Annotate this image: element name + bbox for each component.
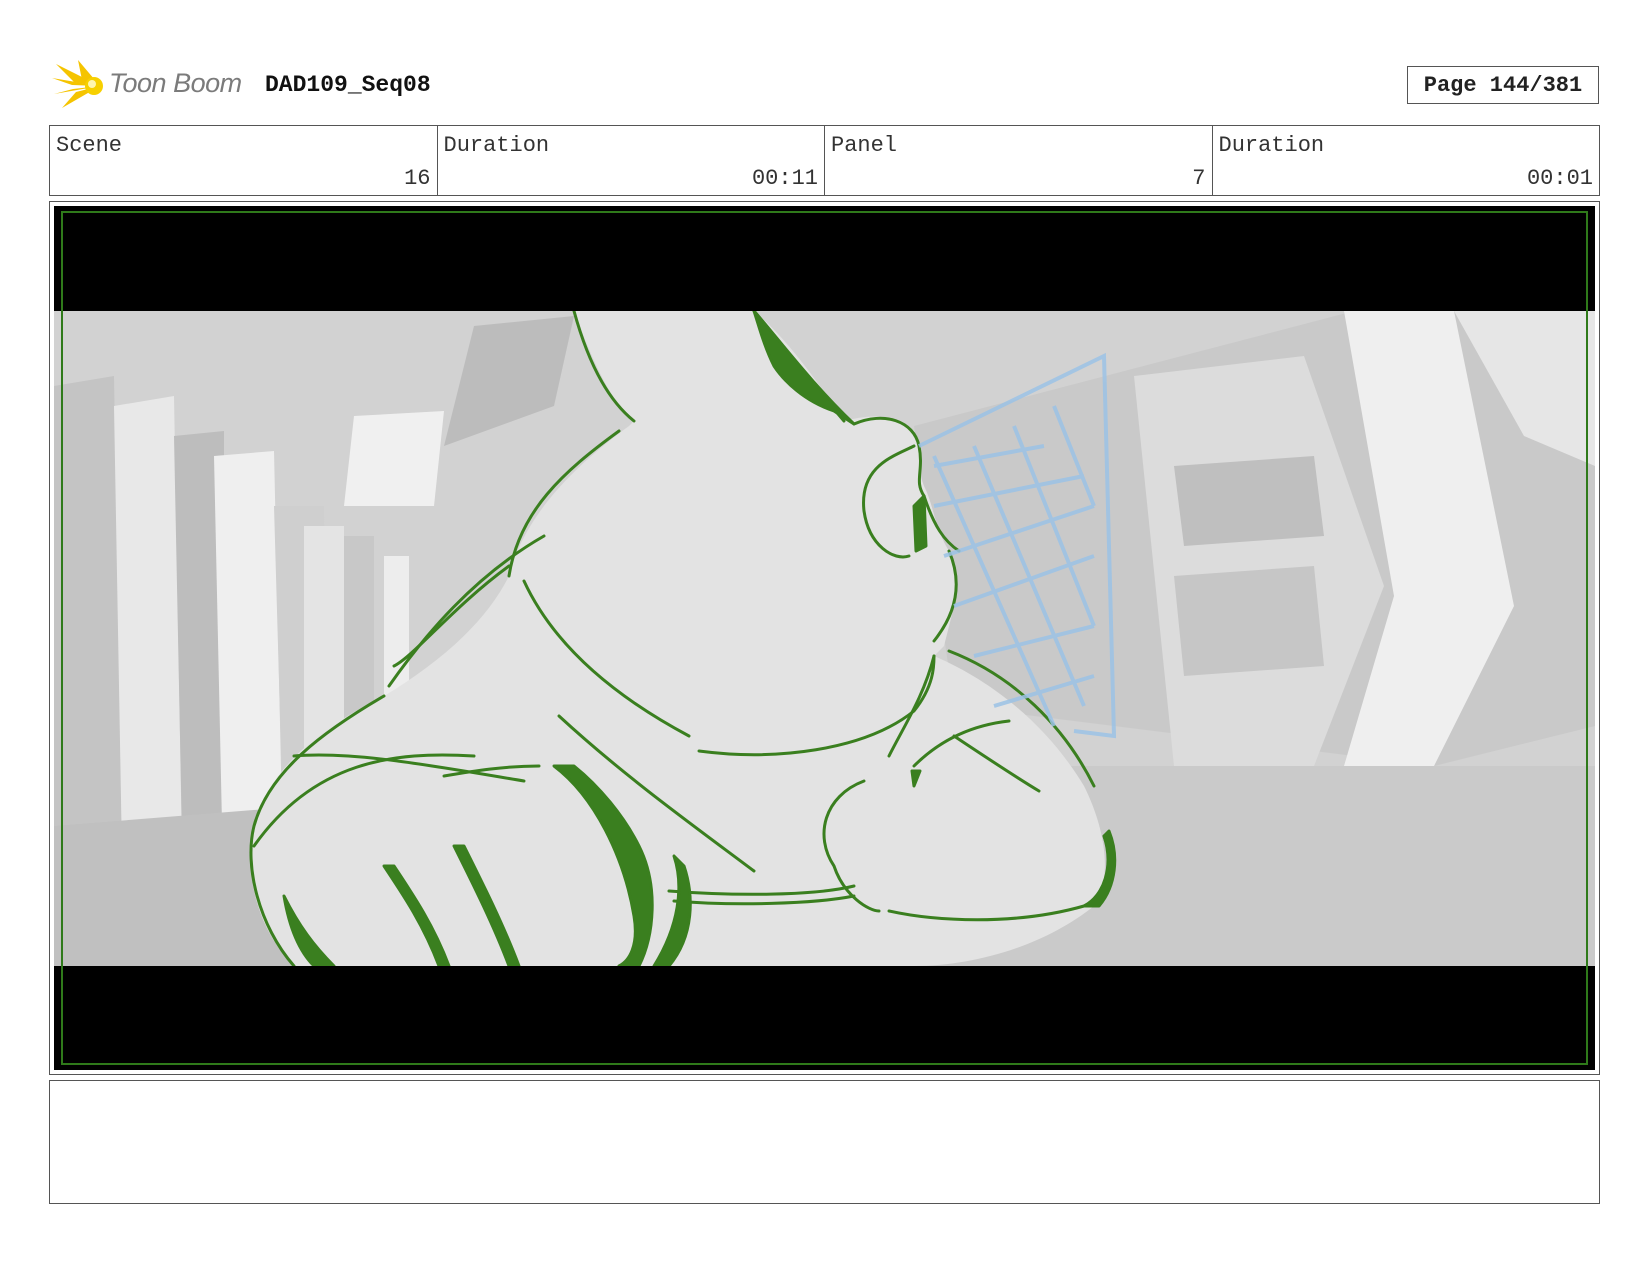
panel-info-table: Scene 16 Duration 00:11 Panel 7 Duration… <box>49 125 1600 196</box>
logo-wordmark: Toon Boom <box>109 68 242 98</box>
scene-duration-cell: Duration 00:11 <box>438 126 825 195</box>
panel-notes-box <box>49 1080 1600 1204</box>
panel-duration-cell: Duration 00:01 <box>1213 126 1600 195</box>
starburst-icon <box>52 60 103 108</box>
sequence-title: DAD109_Seq08 <box>265 72 431 98</box>
storyboard-panel <box>49 201 1600 1075</box>
toon-boom-logo: Toon Boom <box>52 58 252 114</box>
panel-value: 7 <box>1192 166 1206 191</box>
scene-label: Scene <box>56 133 123 158</box>
panel-drawing <box>54 206 1595 1070</box>
panel-label: Panel <box>831 133 898 158</box>
panel-cell: Panel 7 <box>825 126 1213 195</box>
panel-duration-value: 00:01 <box>1526 166 1593 191</box>
letterbox-top <box>54 206 1595 311</box>
scene-duration-value: 00:11 <box>751 166 818 191</box>
scene-value: 16 <box>404 166 431 191</box>
scene-duration-label: Duration <box>443 133 550 158</box>
scene-cell: Scene 16 <box>50 126 438 195</box>
panel-duration-label: Duration <box>1218 133 1325 158</box>
letterbox-bottom <box>54 966 1595 1070</box>
page-indicator: Page 144/381 <box>1407 66 1599 104</box>
